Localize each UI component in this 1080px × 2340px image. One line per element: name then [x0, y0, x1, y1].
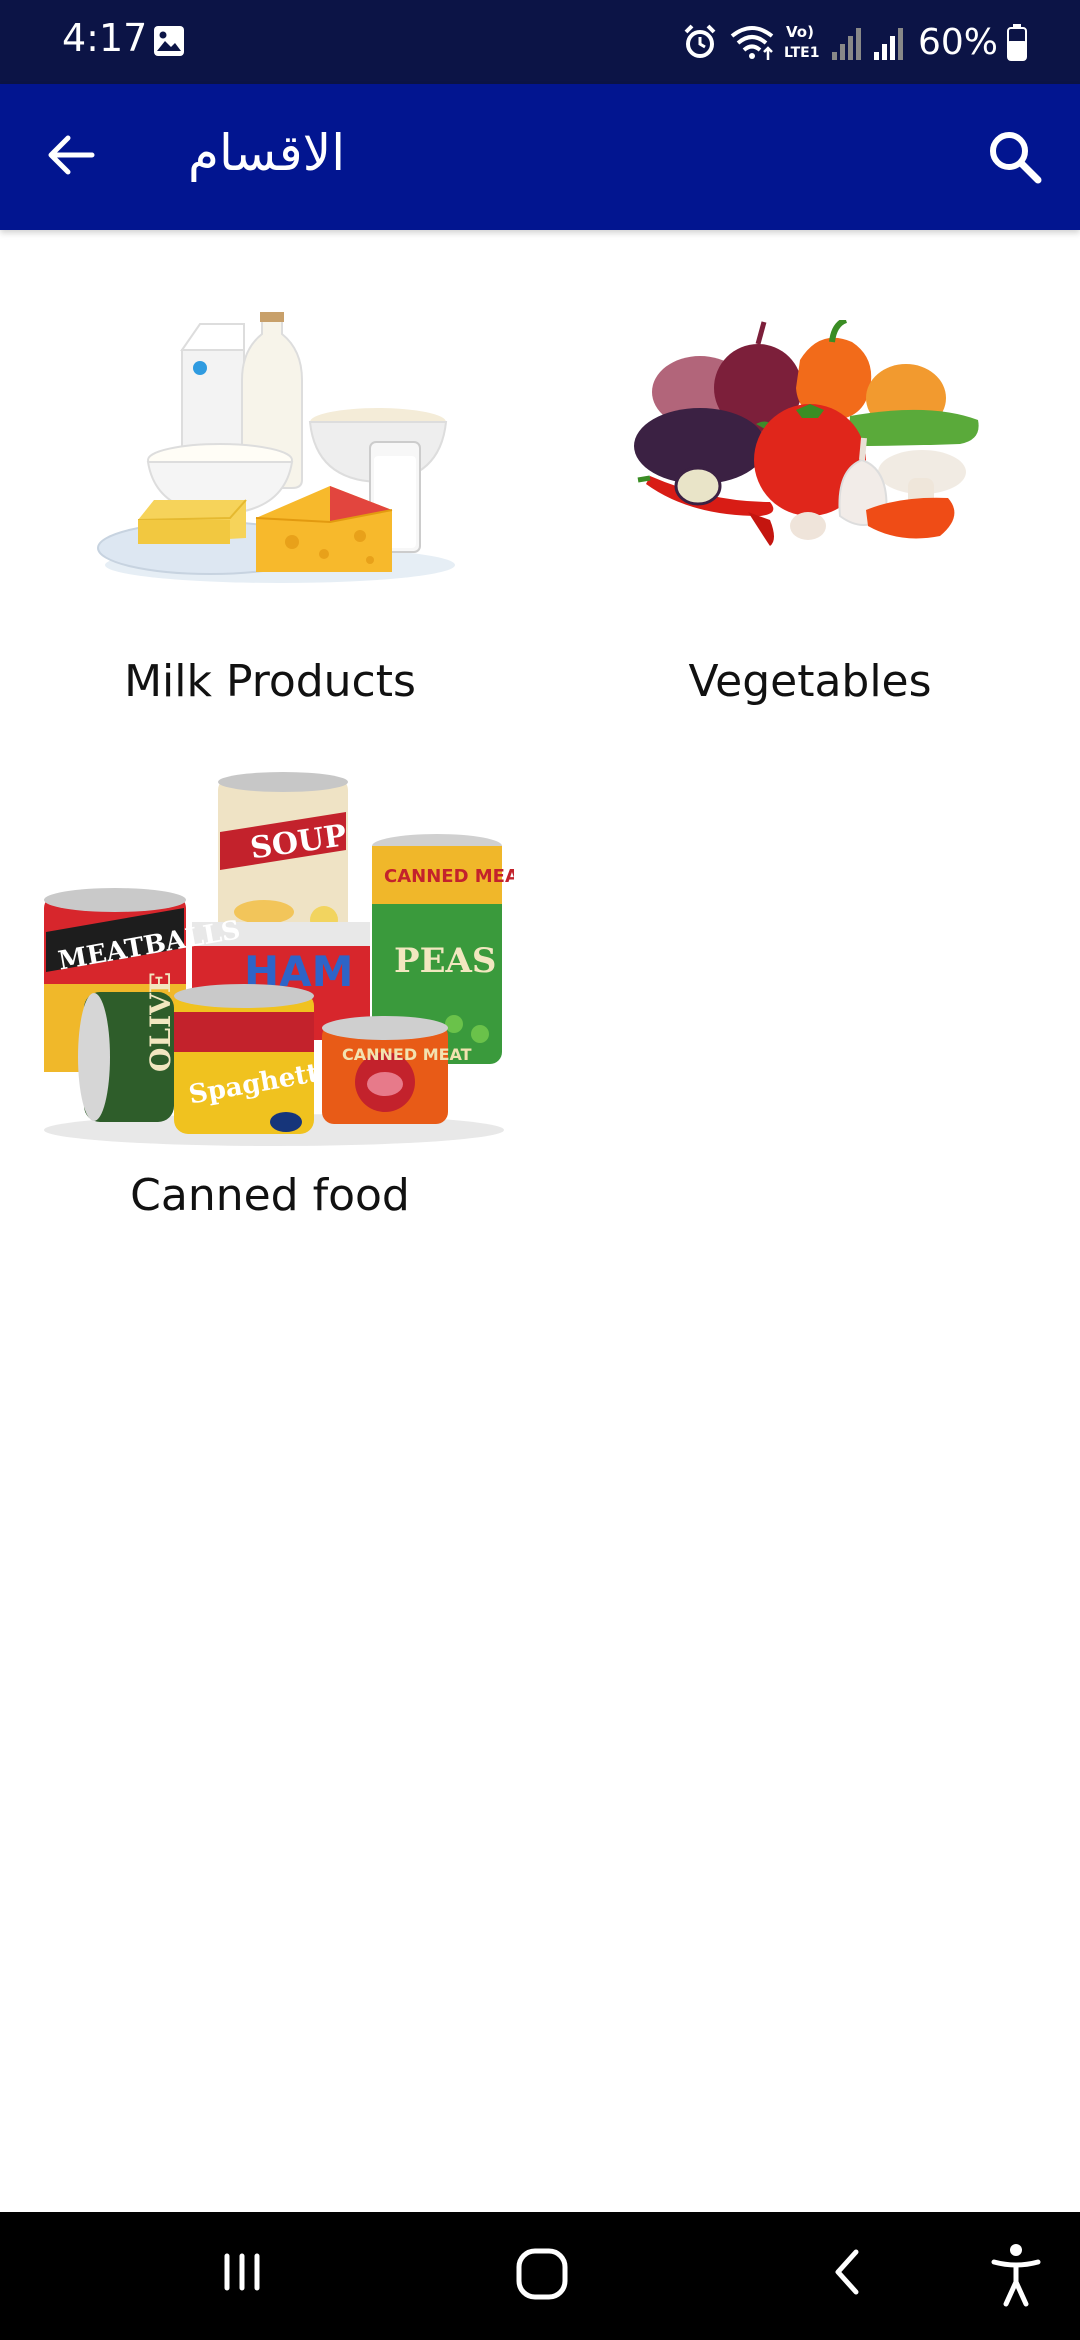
volte-icon: Vo) LTE1	[784, 23, 819, 61]
page-title: الاقسام	[188, 124, 346, 182]
svg-text:CANNED MEAT: CANNED MEAT	[384, 866, 514, 887]
status-icons: Vo) LTE1 60%	[680, 16, 1028, 68]
signal-icon	[873, 28, 903, 60]
svg-text:OLIVE: OLIVE	[144, 972, 177, 1072]
alarm-icon	[684, 24, 716, 58]
battery-icon	[1007, 24, 1027, 61]
category-label: Milk Products	[124, 656, 416, 707]
svg-text:LTE1: LTE1	[784, 45, 819, 61]
svg-text:CANNED MEAT: CANNED MEAT	[342, 1045, 472, 1064]
milk-products-image	[97, 312, 455, 583]
battery-percentage: 60%	[917, 21, 998, 63]
vegetables-image	[634, 320, 979, 546]
back-arrow-icon[interactable]	[40, 124, 102, 186]
screen: 4:17 Vo) LTE1 60% الاقسام Milk Products …	[0, 0, 1080, 2340]
gallery-icon	[154, 26, 184, 56]
canned-food-image: SOUP HAM MEATBALLS OLIVE CANNED MEAT PEA…	[44, 772, 514, 1146]
category-label: Vegetables	[688, 656, 932, 707]
category-milk-products[interactable]: Milk Products	[20, 300, 520, 720]
app-bar: الاقسام	[0, 84, 1080, 230]
category-vegetables[interactable]: Vegetables	[560, 300, 1060, 720]
svg-text:PEAS: PEAS	[394, 941, 496, 981]
signal-icon	[831, 28, 861, 60]
wifi-icon	[730, 26, 774, 60]
accessibility-icon[interactable]	[986, 2242, 1046, 2308]
status-bar: 4:17 Vo) LTE1 60%	[0, 0, 1080, 84]
navigation-bar	[0, 2212, 1080, 2340]
status-time: 4:17	[62, 16, 148, 60]
category-label: Canned food	[130, 1170, 410, 1221]
home-icon[interactable]	[510, 2242, 576, 2308]
recent-apps-icon[interactable]	[212, 2242, 272, 2302]
back-icon[interactable]	[818, 2242, 878, 2302]
svg-text:Vo): Vo)	[786, 23, 814, 41]
search-icon[interactable]	[982, 124, 1048, 190]
category-canned-food[interactable]: SOUP HAM MEATBALLS OLIVE CANNED MEAT PEA…	[20, 760, 520, 1230]
